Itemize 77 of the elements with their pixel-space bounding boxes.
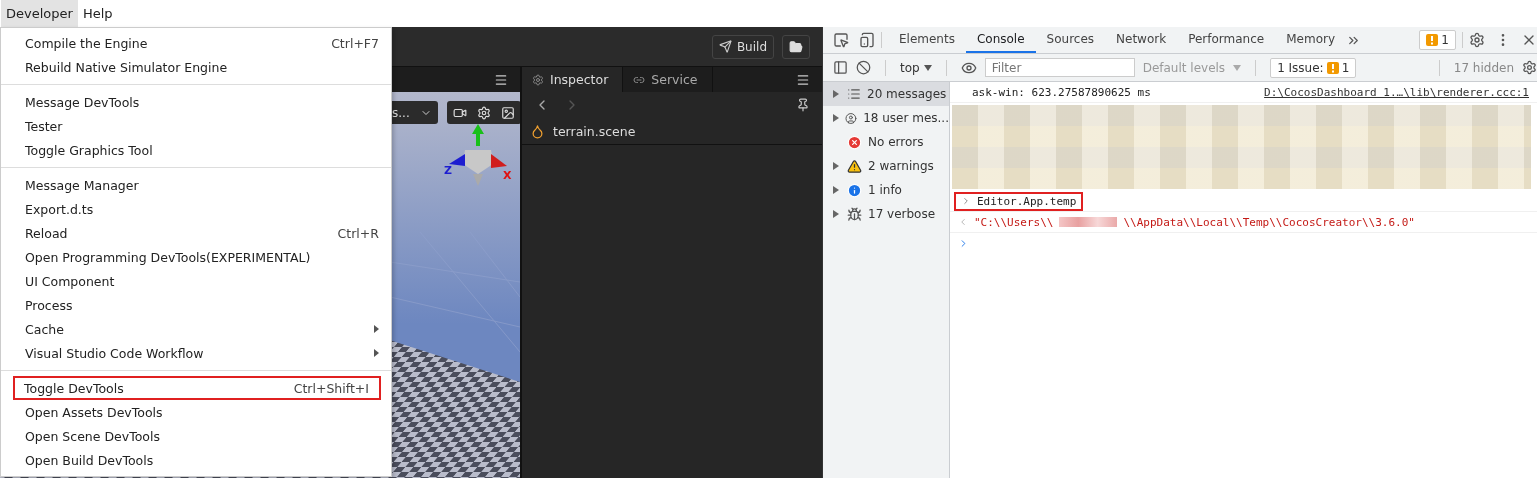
filter-field[interactable]: Filter bbox=[984, 58, 1135, 77]
inspect-element-icon bbox=[833, 32, 849, 48]
error-icon bbox=[847, 134, 862, 150]
device-toolbar-icon bbox=[859, 32, 875, 48]
hidden-count: 17 hidden bbox=[1453, 60, 1514, 75]
redacted-block bbox=[1059, 217, 1118, 227]
menu-item[interactable]: Export.d.ts bbox=[1, 197, 391, 221]
menu-item[interactable]: Visual Studio Code Workflow bbox=[1, 341, 391, 365]
message-filter-item[interactable]: 2 warnings bbox=[823, 154, 949, 178]
list-icon bbox=[847, 87, 861, 101]
menu-icon bbox=[494, 72, 508, 87]
source-link[interactable]: D:\CocosDashboard 1.…\lib\renderer.ccc:1 bbox=[1264, 85, 1529, 99]
devtools-tab[interactable]: Sources bbox=[1035, 27, 1106, 53]
issues-badge[interactable]: 1 bbox=[1419, 30, 1456, 50]
message-filter-item[interactable]: 20 messages bbox=[823, 82, 949, 106]
menubar-item[interactable]: Developer bbox=[1, 0, 78, 27]
devtools-tab[interactable]: Network bbox=[1105, 27, 1178, 53]
info-icon bbox=[847, 182, 862, 198]
devtools-tab[interactable]: Performance bbox=[1177, 27, 1276, 53]
expand-arrow-icon bbox=[833, 186, 839, 194]
dropdown-arrow-icon bbox=[1233, 64, 1242, 71]
menu-icon bbox=[796, 72, 810, 87]
scene-asset-icon bbox=[530, 123, 545, 139]
warning-badge-icon bbox=[1426, 34, 1439, 46]
menu-item[interactable]: Process bbox=[1, 293, 391, 317]
menu-item[interactable]: UI Component bbox=[1, 269, 391, 293]
submenu-arrow-icon bbox=[374, 325, 379, 333]
menu-item[interactable]: Rebuild Native Simulator Engine bbox=[1, 55, 391, 79]
settings-icon bbox=[476, 105, 491, 120]
message-filter-item[interactable]: 1 info bbox=[823, 178, 949, 202]
folder-icon bbox=[789, 39, 803, 54]
log-message: ask-win: 623.27587890625 ms bbox=[972, 85, 1151, 99]
message-filter-item[interactable]: 17 verbose bbox=[823, 202, 949, 226]
menu-item[interactable]: Message Manager bbox=[1, 173, 391, 197]
clear-console-icon bbox=[856, 60, 871, 75]
panel-tab[interactable]: Inspector bbox=[522, 67, 624, 92]
menu-item[interactable]: Toggle Graphics Tool bbox=[1, 138, 391, 162]
expand-arrow-icon bbox=[833, 162, 839, 170]
result-text: "C:\\Users\\ bbox=[974, 215, 1054, 229]
image-icon bbox=[500, 105, 515, 120]
menu-item[interactable]: Open Scene DevTools bbox=[1, 424, 391, 448]
issues-button[interactable]: 1 Issue: 1 bbox=[1270, 57, 1357, 78]
submenu-arrow-icon bbox=[374, 349, 379, 357]
menu-item[interactable]: Open Build DevTools bbox=[1, 448, 391, 472]
context-select[interactable]: top bbox=[900, 60, 932, 75]
expand-arrow-icon bbox=[833, 210, 839, 218]
sidebar-toggle-icon bbox=[833, 60, 848, 75]
pin-icon bbox=[796, 98, 810, 112]
menu-item[interactable]: Toggle DevTools Ctrl+Shift+I bbox=[13, 376, 381, 400]
prompt-chevron-icon bbox=[961, 196, 971, 206]
devtools-tab[interactable]: Elements bbox=[888, 27, 966, 53]
asset-name: terrain.scene bbox=[553, 123, 636, 139]
user-icon bbox=[845, 110, 858, 126]
axis-label: Z bbox=[444, 164, 452, 177]
warning-badge-icon bbox=[1326, 61, 1339, 74]
warning-icon bbox=[847, 158, 862, 174]
devtools-tab[interactable]: Memory bbox=[1275, 27, 1346, 53]
gear-icon bbox=[532, 73, 544, 86]
settings-icon bbox=[1522, 60, 1537, 75]
open-folder-button[interactable] bbox=[782, 34, 810, 59]
expand-arrow-icon bbox=[833, 90, 839, 98]
menu-item[interactable]: Reload Ctrl+R bbox=[1, 221, 391, 245]
menu-item[interactable]: Open Assets DevTools bbox=[1, 400, 391, 424]
axis-label: X bbox=[503, 169, 512, 182]
settings-icon bbox=[1469, 32, 1485, 48]
send-icon bbox=[718, 40, 732, 53]
result-text: \\AppData\\Local\\Temp\\CocosCreator\\3.6.0" bbox=[1123, 215, 1415, 229]
dropdown-arrow-icon bbox=[923, 64, 932, 71]
menu-item[interactable]: Open Programming DevTools(EXPERIMENTAL) bbox=[1, 245, 391, 269]
bug-icon bbox=[847, 206, 862, 222]
menu-item[interactable]: Cache bbox=[1, 317, 391, 341]
message-filter-item[interactable]: 18 user mes... bbox=[823, 106, 949, 130]
message-filter-item[interactable]: No errors bbox=[823, 130, 949, 154]
menubar-item[interactable]: Help bbox=[77, 0, 118, 27]
menu-item[interactable]: Compile the Engine Ctrl+F7 bbox=[1, 31, 391, 55]
expand-arrow-icon bbox=[833, 114, 839, 122]
build-button[interactable]: Build bbox=[711, 34, 774, 59]
